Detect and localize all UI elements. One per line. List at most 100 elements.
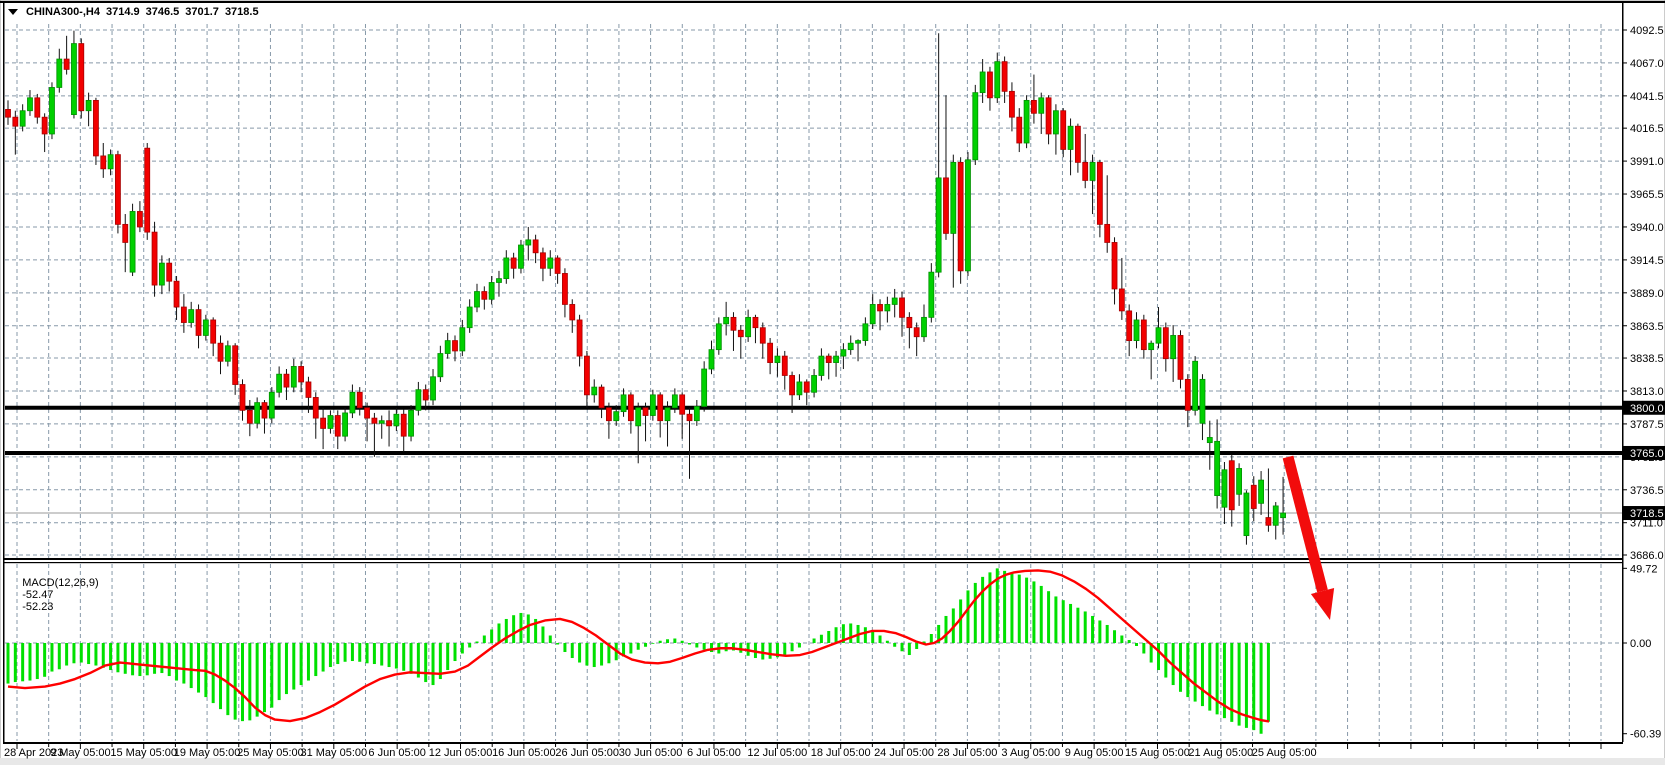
bear-candle bbox=[262, 403, 267, 418]
bear-candle bbox=[321, 418, 326, 428]
svg-text:15 Aug 05:00: 15 Aug 05:00 bbox=[1125, 747, 1190, 759]
ohlc-high: 3746.5 bbox=[146, 6, 180, 18]
macd-pane[interactable] bbox=[5, 564, 1622, 741]
bear-candle bbox=[1002, 62, 1007, 92]
bear-candle bbox=[562, 273, 567, 304]
bull-candle bbox=[841, 350, 846, 356]
bull-candle bbox=[1171, 335, 1176, 358]
macd-histogram bbox=[8, 568, 1268, 733]
bear-candle bbox=[533, 240, 538, 253]
bull-candle bbox=[343, 413, 348, 436]
bull-candle bbox=[1024, 100, 1029, 143]
bear-candle bbox=[64, 59, 69, 69]
trend-arrow-annotation[interactable] bbox=[1288, 457, 1334, 620]
bear-candle bbox=[584, 356, 589, 395]
svg-text:3 Aug 05:00: 3 Aug 05:00 bbox=[1001, 747, 1060, 759]
bear-candle bbox=[687, 414, 692, 420]
svg-text:3800.0: 3800.0 bbox=[1630, 403, 1664, 415]
svg-text:25 May 05:00: 25 May 05:00 bbox=[237, 747, 304, 759]
bear-candle bbox=[93, 100, 98, 156]
bull-candle bbox=[834, 356, 839, 362]
bull-candle bbox=[189, 310, 194, 323]
bear-candle bbox=[42, 117, 47, 134]
svg-text:3787.5: 3787.5 bbox=[1630, 419, 1664, 431]
svg-text:3863.5: 3863.5 bbox=[1630, 321, 1664, 333]
bear-candle bbox=[152, 232, 157, 285]
bull-candle bbox=[445, 341, 450, 354]
bull-candle bbox=[474, 292, 479, 307]
bull-candle bbox=[438, 354, 443, 377]
bear-candle bbox=[6, 109, 11, 117]
bull-candle bbox=[819, 356, 824, 375]
bear-candle bbox=[218, 343, 223, 361]
bull-candle bbox=[863, 324, 868, 341]
bull-candle bbox=[1039, 98, 1044, 113]
bear-candle bbox=[284, 374, 289, 387]
bear-candle bbox=[365, 408, 370, 418]
bull-candle bbox=[409, 410, 414, 436]
svg-text:-60.39: -60.39 bbox=[1630, 729, 1661, 741]
bull-candle bbox=[951, 162, 956, 233]
bull-candle bbox=[980, 72, 985, 93]
bull-candle bbox=[936, 178, 941, 272]
bear-candle bbox=[181, 307, 186, 322]
bear-candle bbox=[914, 328, 919, 337]
bull-candle bbox=[1244, 493, 1249, 536]
bear-candle bbox=[1141, 320, 1146, 350]
svg-text:4092.5: 4092.5 bbox=[1630, 25, 1664, 37]
bear-candle bbox=[306, 382, 311, 397]
svg-text:3765.0: 3765.0 bbox=[1630, 448, 1664, 460]
price-chart-canvas[interactable]: 4092.54067.04041.54016.53991.03965.53940… bbox=[0, 0, 1665, 765]
svg-text:4041.5: 4041.5 bbox=[1630, 91, 1664, 103]
time-axis[interactable]: 28 Apr 20239 May 05:0015 May 05:0019 May… bbox=[4, 744, 1601, 759]
bull-candle bbox=[1090, 162, 1095, 180]
bear-candle bbox=[900, 298, 905, 317]
bear-candle bbox=[511, 258, 516, 268]
bear-candle bbox=[101, 156, 106, 169]
symbol-period-label: CHINA300-,H4 bbox=[26, 6, 100, 18]
bull-candle bbox=[203, 320, 208, 335]
bear-candle bbox=[1127, 311, 1132, 341]
bull-candle bbox=[702, 369, 707, 406]
bear-candle bbox=[1097, 162, 1102, 224]
svg-text:3718.5: 3718.5 bbox=[1630, 508, 1664, 520]
bear-candle bbox=[907, 317, 912, 327]
bull-candle bbox=[269, 392, 274, 418]
svg-text:25 Aug 05:00: 25 Aug 05:00 bbox=[1252, 747, 1317, 759]
svg-text:31 May 05:00: 31 May 05:00 bbox=[300, 747, 367, 759]
bear-candle bbox=[1105, 224, 1110, 242]
svg-text:3940.0: 3940.0 bbox=[1630, 222, 1664, 234]
bull-candle bbox=[379, 421, 384, 424]
main-pane[interactable] bbox=[5, 24, 1622, 558]
bear-candle bbox=[658, 395, 663, 421]
bear-candle bbox=[196, 310, 201, 336]
bear-candle bbox=[247, 410, 252, 423]
svg-text:6 Jul 05:00: 6 Jul 05:00 bbox=[687, 747, 741, 759]
bear-candle bbox=[372, 418, 377, 423]
bear-candle bbox=[760, 328, 765, 343]
bear-candle bbox=[628, 395, 633, 421]
price-axis[interactable]: 4092.54067.04041.54016.53991.03965.53940… bbox=[1622, 25, 1665, 562]
bull-candle bbox=[496, 279, 501, 283]
bull-candle bbox=[1207, 437, 1212, 442]
svg-text:3991.0: 3991.0 bbox=[1630, 156, 1664, 168]
bear-candle bbox=[1185, 379, 1190, 410]
svg-text:3914.5: 3914.5 bbox=[1630, 255, 1664, 267]
svg-text:4016.5: 4016.5 bbox=[1630, 123, 1664, 135]
svg-text:49.72: 49.72 bbox=[1630, 563, 1658, 575]
svg-text:3736.5: 3736.5 bbox=[1630, 485, 1664, 497]
symbol-dropdown-icon[interactable] bbox=[8, 9, 18, 15]
bear-candle bbox=[943, 178, 948, 234]
bear-candle bbox=[599, 387, 604, 408]
bull-candle bbox=[431, 377, 436, 400]
macd-axis[interactable]: 49.720.00-60.39 bbox=[1622, 563, 1661, 740]
bull-candle bbox=[650, 395, 655, 416]
bull-candle bbox=[922, 317, 927, 336]
bull-candle bbox=[746, 317, 751, 336]
bear-candle bbox=[1083, 162, 1088, 180]
bull-candle bbox=[504, 258, 509, 279]
bull-candle bbox=[665, 408, 670, 421]
bull-candle bbox=[1149, 343, 1154, 349]
bear-candle bbox=[137, 211, 142, 226]
bull-candle bbox=[1053, 111, 1058, 134]
